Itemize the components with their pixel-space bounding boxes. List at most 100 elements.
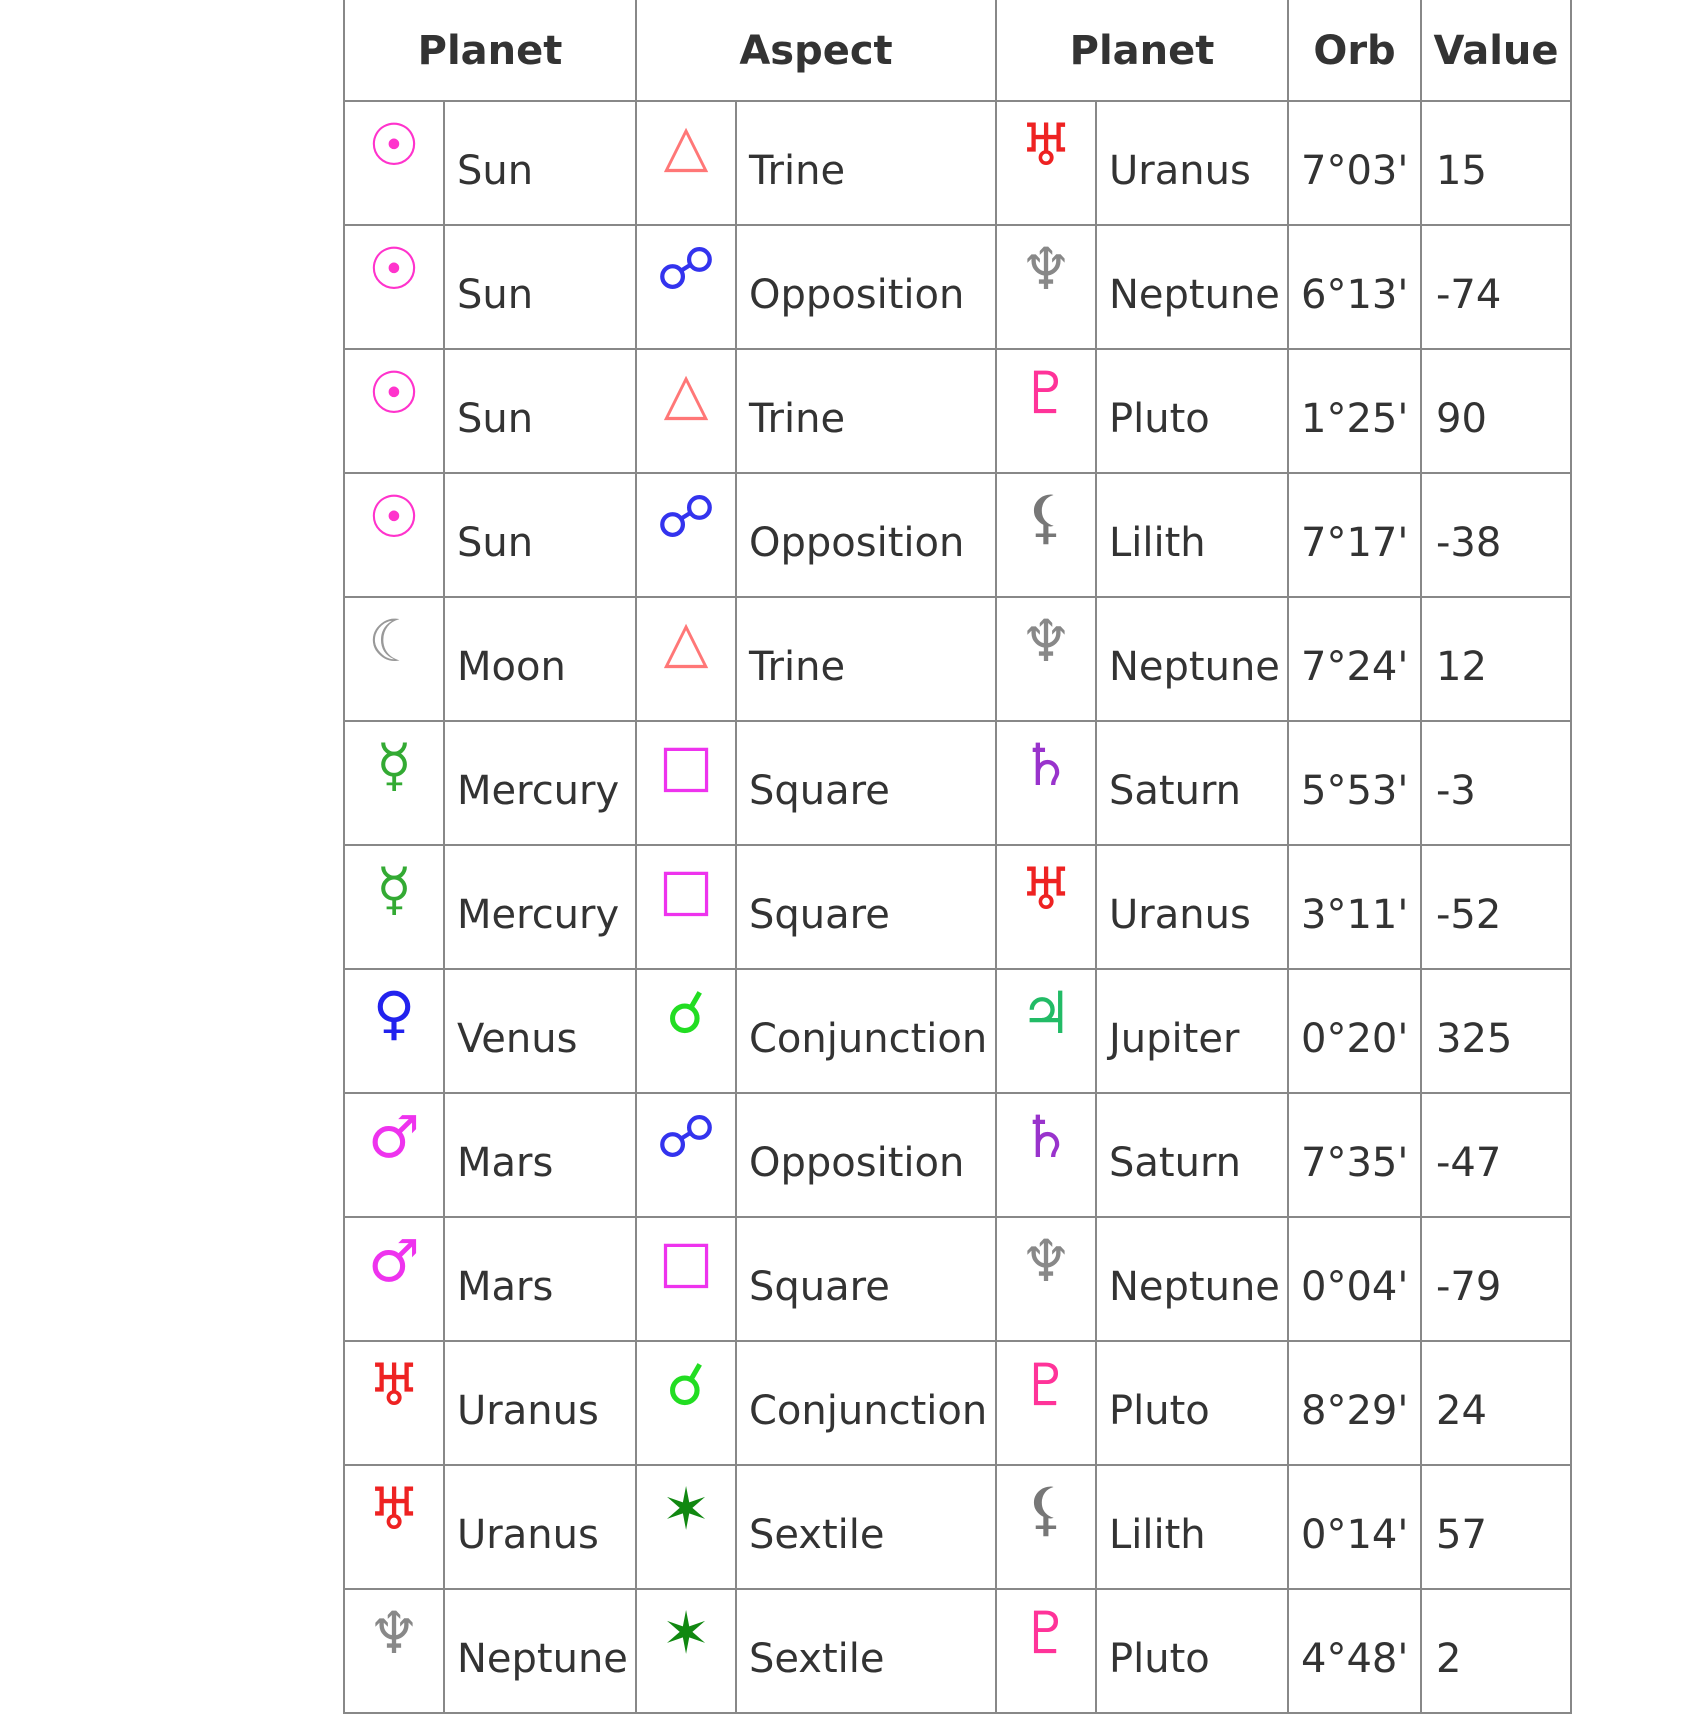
orb-value: 1°25' [1287,348,1422,474]
saturn-icon: ♄ [1020,731,1072,799]
mercury-icon-cell: ☿ [343,844,445,970]
opposition-icon-cell: ☍ [635,472,737,598]
orb-value: 4°48' [1287,1588,1422,1714]
header-aspect[interactable]: Aspect [635,0,997,102]
trine-icon: △ [663,607,709,675]
lilith-icon: ⚸ [1024,1475,1068,1543]
orb-value: 7°35' [1287,1092,1422,1218]
orb-value: 8°29' [1287,1340,1422,1466]
moon-icon: ☾ [368,607,420,675]
planet-2-name: Uranus [1095,100,1289,226]
trine-icon: △ [663,111,709,179]
planet-2-name: Uranus [1095,844,1289,970]
planet-1-name: Sun [443,100,637,226]
aspect-value: -38 [1420,472,1572,598]
aspect-value: 15 [1420,100,1572,226]
trine-icon-cell: △ [635,596,737,722]
aspect-value: -79 [1420,1216,1572,1342]
mercury-icon: ☿ [376,731,412,799]
table-row: ☉ Sun ☍ Opposition ⚸ Lilith 7°17' -38 [343,472,1572,598]
mercury-icon: ☿ [376,855,412,923]
table-row: ♅ Uranus ✶ Sextile ⚸ Lilith 0°14' 57 [343,1464,1572,1590]
aspect-name: Opposition [735,1092,997,1218]
planet-2-name: Pluto [1095,348,1289,474]
conjunction-icon: ☌ [666,1351,706,1419]
planet-1-name: Mercury [443,720,637,846]
planet-1-name: Mars [443,1216,637,1342]
aspect-value: -52 [1420,844,1572,970]
table-row: ☉ Sun ☍ Opposition ♆ Neptune 6°13' -74 [343,224,1572,350]
aspect-name: Trine [735,100,997,226]
orb-value: 7°24' [1287,596,1422,722]
aspect-value: -3 [1420,720,1572,846]
header-planet-2[interactable]: Planet [995,0,1289,102]
header-value[interactable]: Value [1420,0,1572,102]
table-row: ☉ Sun △ Trine ♅ Uranus 7°03' 15 [343,100,1572,226]
neptune-icon-cell: ♆ [995,596,1097,722]
aspect-name: Conjunction [735,968,997,1094]
uranus-icon: ♅ [368,1475,420,1543]
pluto-icon-cell: ♇ [995,1588,1097,1714]
neptune-icon: ♆ [1020,607,1072,675]
planet-1-name: Mercury [443,844,637,970]
planet-2-name: Pluto [1095,1340,1289,1466]
conjunction-icon-cell: ☌ [635,968,737,1094]
planet-2-name: Lilith [1095,472,1289,598]
planet-1-name: Sun [443,472,637,598]
trine-icon-cell: △ [635,348,737,474]
header-orb[interactable]: Orb [1287,0,1422,102]
aspect-value: 90 [1420,348,1572,474]
orb-value: 5°53' [1287,720,1422,846]
table-row: ♆ Neptune ✶ Sextile ♇ Pluto 4°48' 2 [343,1588,1572,1714]
table-row: ♅ Uranus ☌ Conjunction ♇ Pluto 8°29' 24 [343,1340,1572,1466]
planet-1-name: Uranus [443,1464,637,1590]
sun-icon: ☉ [368,235,420,303]
square-icon-cell: □ [635,720,737,846]
planet-1-name: Sun [443,224,637,350]
jupiter-icon-cell: ♃ [995,968,1097,1094]
jupiter-icon: ♃ [1020,979,1072,1047]
pluto-icon-cell: ♇ [995,348,1097,474]
uranus-icon-cell: ♅ [343,1340,445,1466]
orb-value: 7°03' [1287,100,1422,226]
uranus-icon: ♅ [1020,855,1072,923]
aspect-value: 2 [1420,1588,1572,1714]
table-row: ♂ Mars □ Square ♆ Neptune 0°04' -79 [343,1216,1572,1342]
pluto-icon: ♇ [1020,1351,1072,1419]
conjunction-icon-cell: ☌ [635,1340,737,1466]
uranus-icon: ♅ [368,1351,420,1419]
lilith-icon: ⚸ [1024,483,1068,551]
sun-icon-cell: ☉ [343,224,445,350]
table-row: ♀ Venus ☌ Conjunction ♃ Jupiter 0°20' 325 [343,968,1572,1094]
sun-icon-cell: ☉ [343,348,445,474]
uranus-icon-cell: ♅ [995,844,1097,970]
square-icon: □ [658,731,714,799]
venus-icon-cell: ♀ [343,968,445,1094]
sextile-icon: ✶ [661,1475,711,1543]
mars-icon: ♂ [368,1227,420,1295]
table-row: ☿ Mercury □ Square ♄ Saturn 5°53' -3 [343,720,1572,846]
aspect-value: 325 [1420,968,1572,1094]
orb-value: 0°14' [1287,1464,1422,1590]
sun-icon: ☉ [368,483,420,551]
table-row: ♂ Mars ☍ Opposition ♄ Saturn 7°35' -47 [343,1092,1572,1218]
venus-icon: ♀ [372,979,416,1047]
header-planet-1[interactable]: Planet [343,0,637,102]
aspect-name: Sextile [735,1464,997,1590]
planet-1-name: Mars [443,1092,637,1218]
square-icon-cell: □ [635,1216,737,1342]
aspect-name: Sextile [735,1588,997,1714]
opposition-icon: ☍ [656,1103,716,1171]
orb-value: 0°04' [1287,1216,1422,1342]
aspect-name: Square [735,720,997,846]
lilith-icon-cell: ⚸ [995,1464,1097,1590]
aspect-value: -74 [1420,224,1572,350]
planet-1-name: Uranus [443,1340,637,1466]
moon-icon-cell: ☾ [343,596,445,722]
neptune-icon: ♆ [1020,235,1072,303]
planet-2-name: Neptune [1095,596,1289,722]
aspect-name: Opposition [735,224,997,350]
planet-1-name: Sun [443,348,637,474]
table-row: ☉ Sun △ Trine ♇ Pluto 1°25' 90 [343,348,1572,474]
planet-2-name: Neptune [1095,224,1289,350]
